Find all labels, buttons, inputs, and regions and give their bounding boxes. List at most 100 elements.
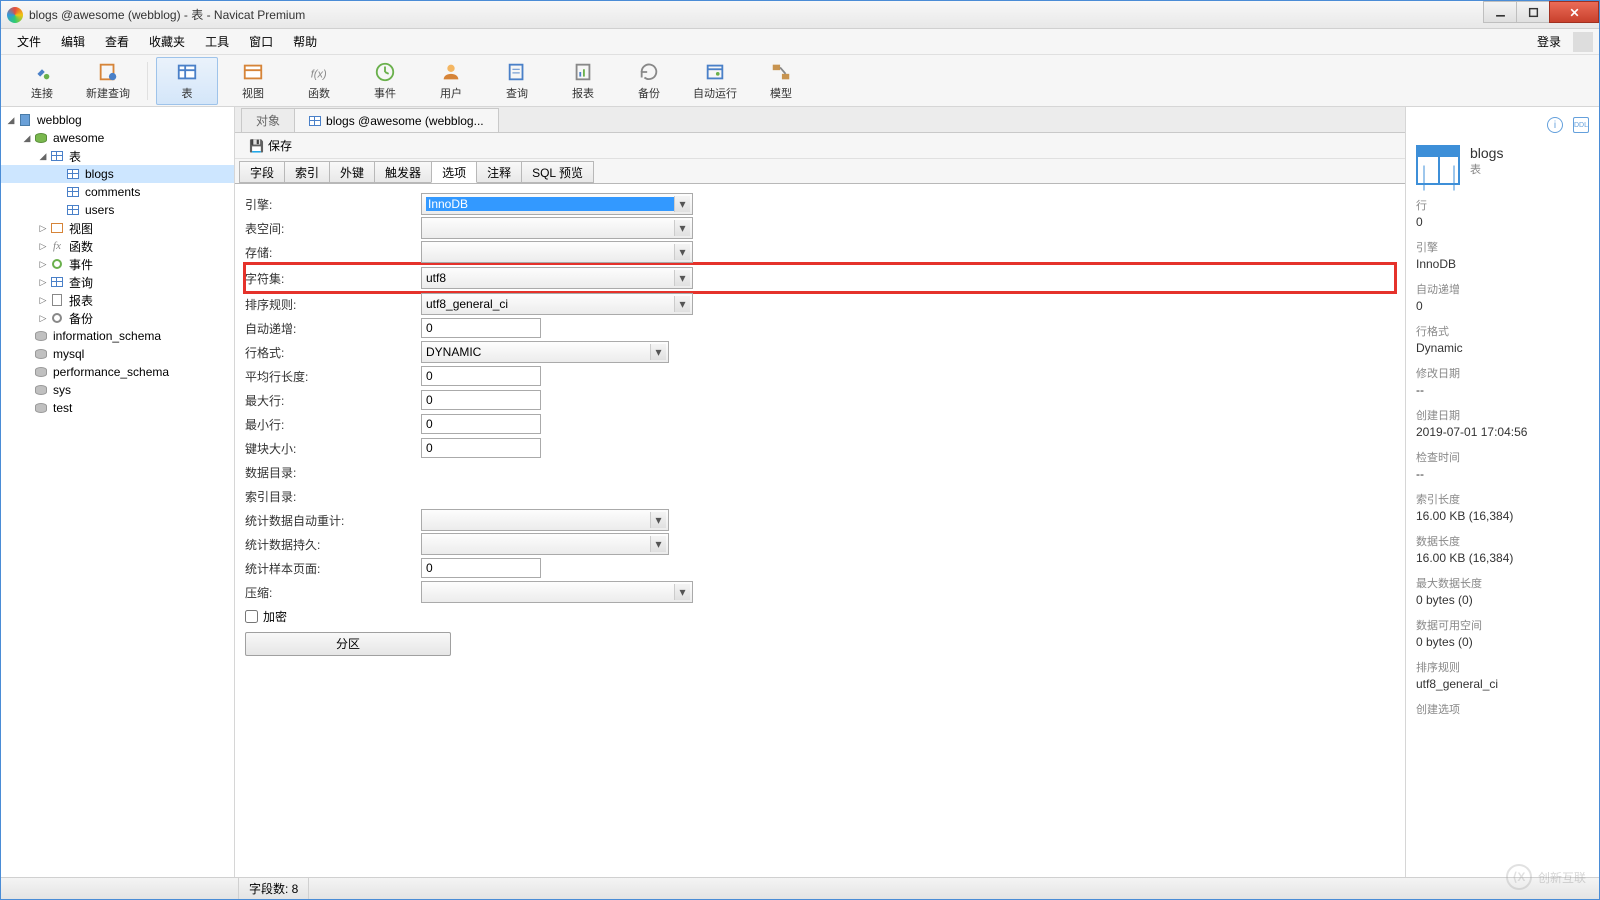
combo-tablespace[interactable]: ▾ <box>421 217 693 239</box>
info-item: 创建选项 <box>1416 701 1589 717</box>
toolbar-function[interactable]: f(x)函数 <box>288 57 350 105</box>
tree-table-users[interactable]: users <box>1 201 234 219</box>
toolbar-user[interactable]: 用户 <box>420 57 482 105</box>
partition-button[interactable]: 分区 <box>245 632 451 656</box>
tree-table-blogs[interactable]: blogs <box>1 165 234 183</box>
tree-db-sys[interactable]: sys <box>1 381 234 399</box>
chevron-down-icon: ▾ <box>674 270 690 286</box>
subtab-6[interactable]: SQL 预览 <box>521 161 594 183</box>
toolbar-report[interactable]: 报表 <box>552 57 614 105</box>
chevron-down-icon: ▾ <box>674 196 690 212</box>
subtab-4[interactable]: 选项 <box>431 161 477 183</box>
toolbar-plug[interactable]: 连接 <box>11 57 73 105</box>
info-item: 检查时间-- <box>1416 449 1589 481</box>
combo-stats-persistent[interactable]: ▾ <box>421 533 669 555</box>
tree-node-1[interactable]: ▷fx函数 <box>1 237 234 255</box>
menu-view[interactable]: 查看 <box>95 29 139 54</box>
toolbar-query[interactable]: 查询 <box>486 57 548 105</box>
tree-node-4[interactable]: ▷报表 <box>1 291 234 309</box>
subtab-3[interactable]: 触发器 <box>374 161 432 183</box>
combo-engine[interactable]: InnoDB▾ <box>421 193 693 215</box>
combo-storage[interactable]: ▾ <box>421 241 693 263</box>
combo-collation[interactable]: utf8_general_ci▾ <box>421 293 693 315</box>
ddl-icon[interactable]: DDL <box>1573 117 1589 133</box>
label-min-rows: 最小行: <box>245 416 421 433</box>
editor-tabs: 对象 blogs @awesome (webblog... <box>235 107 1405 133</box>
toolbar-new-query[interactable]: 新建查询 <box>77 57 139 105</box>
model-icon <box>770 61 792 83</box>
chevron-down-icon: ▾ <box>674 244 690 260</box>
properties-panel: i DDL blogs 表 行0引擎InnoDB自动递增0行格式Dynamic修… <box>1405 107 1599 877</box>
subtab-2[interactable]: 外键 <box>329 161 375 183</box>
label-stats-auto-recalc: 统计数据自动重计: <box>245 512 421 529</box>
input-max-rows[interactable] <box>421 390 541 410</box>
minimize-button[interactable] <box>1483 1 1517 23</box>
input-auto-increment[interactable] <box>421 318 541 338</box>
tab-table-editor[interactable]: blogs @awesome (webblog... <box>294 108 499 132</box>
info-item: 自动递增0 <box>1416 281 1589 313</box>
tree-table-comments[interactable]: comments <box>1 183 234 201</box>
menu-tools[interactable]: 工具 <box>195 29 239 54</box>
save-icon: 💾 <box>249 139 264 153</box>
info-item: 数据可用空间0 bytes (0) <box>1416 617 1589 649</box>
label-index-directory: 索引目录: <box>245 488 421 505</box>
toolbar-schedule[interactable]: 自动运行 <box>684 57 746 105</box>
subtab-0[interactable]: 字段 <box>239 161 285 183</box>
view-icon <box>242 61 264 83</box>
combo-compression[interactable]: ▾ <box>421 581 693 603</box>
combo-stats-auto-recalc[interactable]: ▾ <box>421 509 669 531</box>
subtab-5[interactable]: 注释 <box>476 161 522 183</box>
chevron-down-icon: ▾ <box>650 536 666 552</box>
report-icon <box>572 61 594 83</box>
combo-row-format[interactable]: DYNAMIC▾ <box>421 341 669 363</box>
tab-objects[interactable]: 对象 <box>241 108 295 132</box>
input-min-rows[interactable] <box>421 414 541 434</box>
tree-node-5[interactable]: ▷备份 <box>1 309 234 327</box>
login-link[interactable]: 登录 <box>1531 33 1567 50</box>
info-item: 最大数据长度0 bytes (0) <box>1416 575 1589 607</box>
tree-connection[interactable]: ◢webblog <box>1 111 234 129</box>
save-button[interactable]: 💾保存 <box>241 135 300 156</box>
menu-edit[interactable]: 编辑 <box>51 29 95 54</box>
app-icon <box>7 7 23 23</box>
options-form: 引擎:InnoDB▾ 表空间:▾ 存储:▾ 字符集:utf8▾ 排序规则:utf… <box>235 183 1405 877</box>
input-avg-row-length[interactable] <box>421 366 541 386</box>
close-button[interactable] <box>1549 1 1599 23</box>
info-icon[interactable]: i <box>1547 117 1563 133</box>
tree-db-mysql[interactable]: mysql <box>1 345 234 363</box>
input-key-block-size[interactable] <box>421 438 541 458</box>
combo-charset[interactable]: utf8▾ <box>421 267 693 289</box>
menu-file[interactable]: 文件 <box>7 29 51 54</box>
table-subtabs: 字段索引外键触发器选项注释SQL 预览 <box>235 159 1405 183</box>
toolbar-view[interactable]: 视图 <box>222 57 284 105</box>
menu-window[interactable]: 窗口 <box>239 29 283 54</box>
checkbox-encryption[interactable]: 加密 <box>245 608 287 625</box>
menu-help[interactable]: 帮助 <box>283 29 327 54</box>
tree-db-performance_schema[interactable]: performance_schema <box>1 363 234 381</box>
input-stats-sample-pages[interactable] <box>421 558 541 578</box>
toolbar-backup[interactable]: 备份 <box>618 57 680 105</box>
subtab-1[interactable]: 索引 <box>284 161 330 183</box>
toolbar-model[interactable]: 模型 <box>750 57 812 105</box>
tree-node-2[interactable]: ▷事件 <box>1 255 234 273</box>
avatar-icon[interactable] <box>1573 32 1593 52</box>
tree-db-test[interactable]: test <box>1 399 234 417</box>
menu-favorites[interactable]: 收藏夹 <box>139 29 195 54</box>
tree-database[interactable]: ◢awesome <box>1 129 234 147</box>
tree-node-0[interactable]: ▷视图 <box>1 219 234 237</box>
chevron-down-icon: ▾ <box>674 220 690 236</box>
tree-db-information_schema[interactable]: information_schema <box>1 327 234 345</box>
info-item: 行格式Dynamic <box>1416 323 1589 355</box>
menu-bar: 文件 编辑 查看 收藏夹 工具 窗口 帮助 登录 <box>1 29 1599 55</box>
label-key-block-size: 键块大小: <box>245 440 421 457</box>
connection-tree[interactable]: ◢webblog◢awesome◢表blogscommentsusers▷视图▷… <box>1 107 235 877</box>
label-tablespace: 表空间: <box>245 220 421 237</box>
info-item: 修改日期-- <box>1416 365 1589 397</box>
maximize-button[interactable] <box>1516 1 1550 23</box>
label-avg-row-length: 平均行长度: <box>245 368 421 385</box>
tree-tables-folder[interactable]: ◢表 <box>1 147 234 165</box>
toolbar-event[interactable]: 事件 <box>354 57 416 105</box>
label-compression: 压缩: <box>245 584 421 601</box>
toolbar-table[interactable]: 表 <box>156 57 218 105</box>
tree-node-3[interactable]: ▷查询 <box>1 273 234 291</box>
